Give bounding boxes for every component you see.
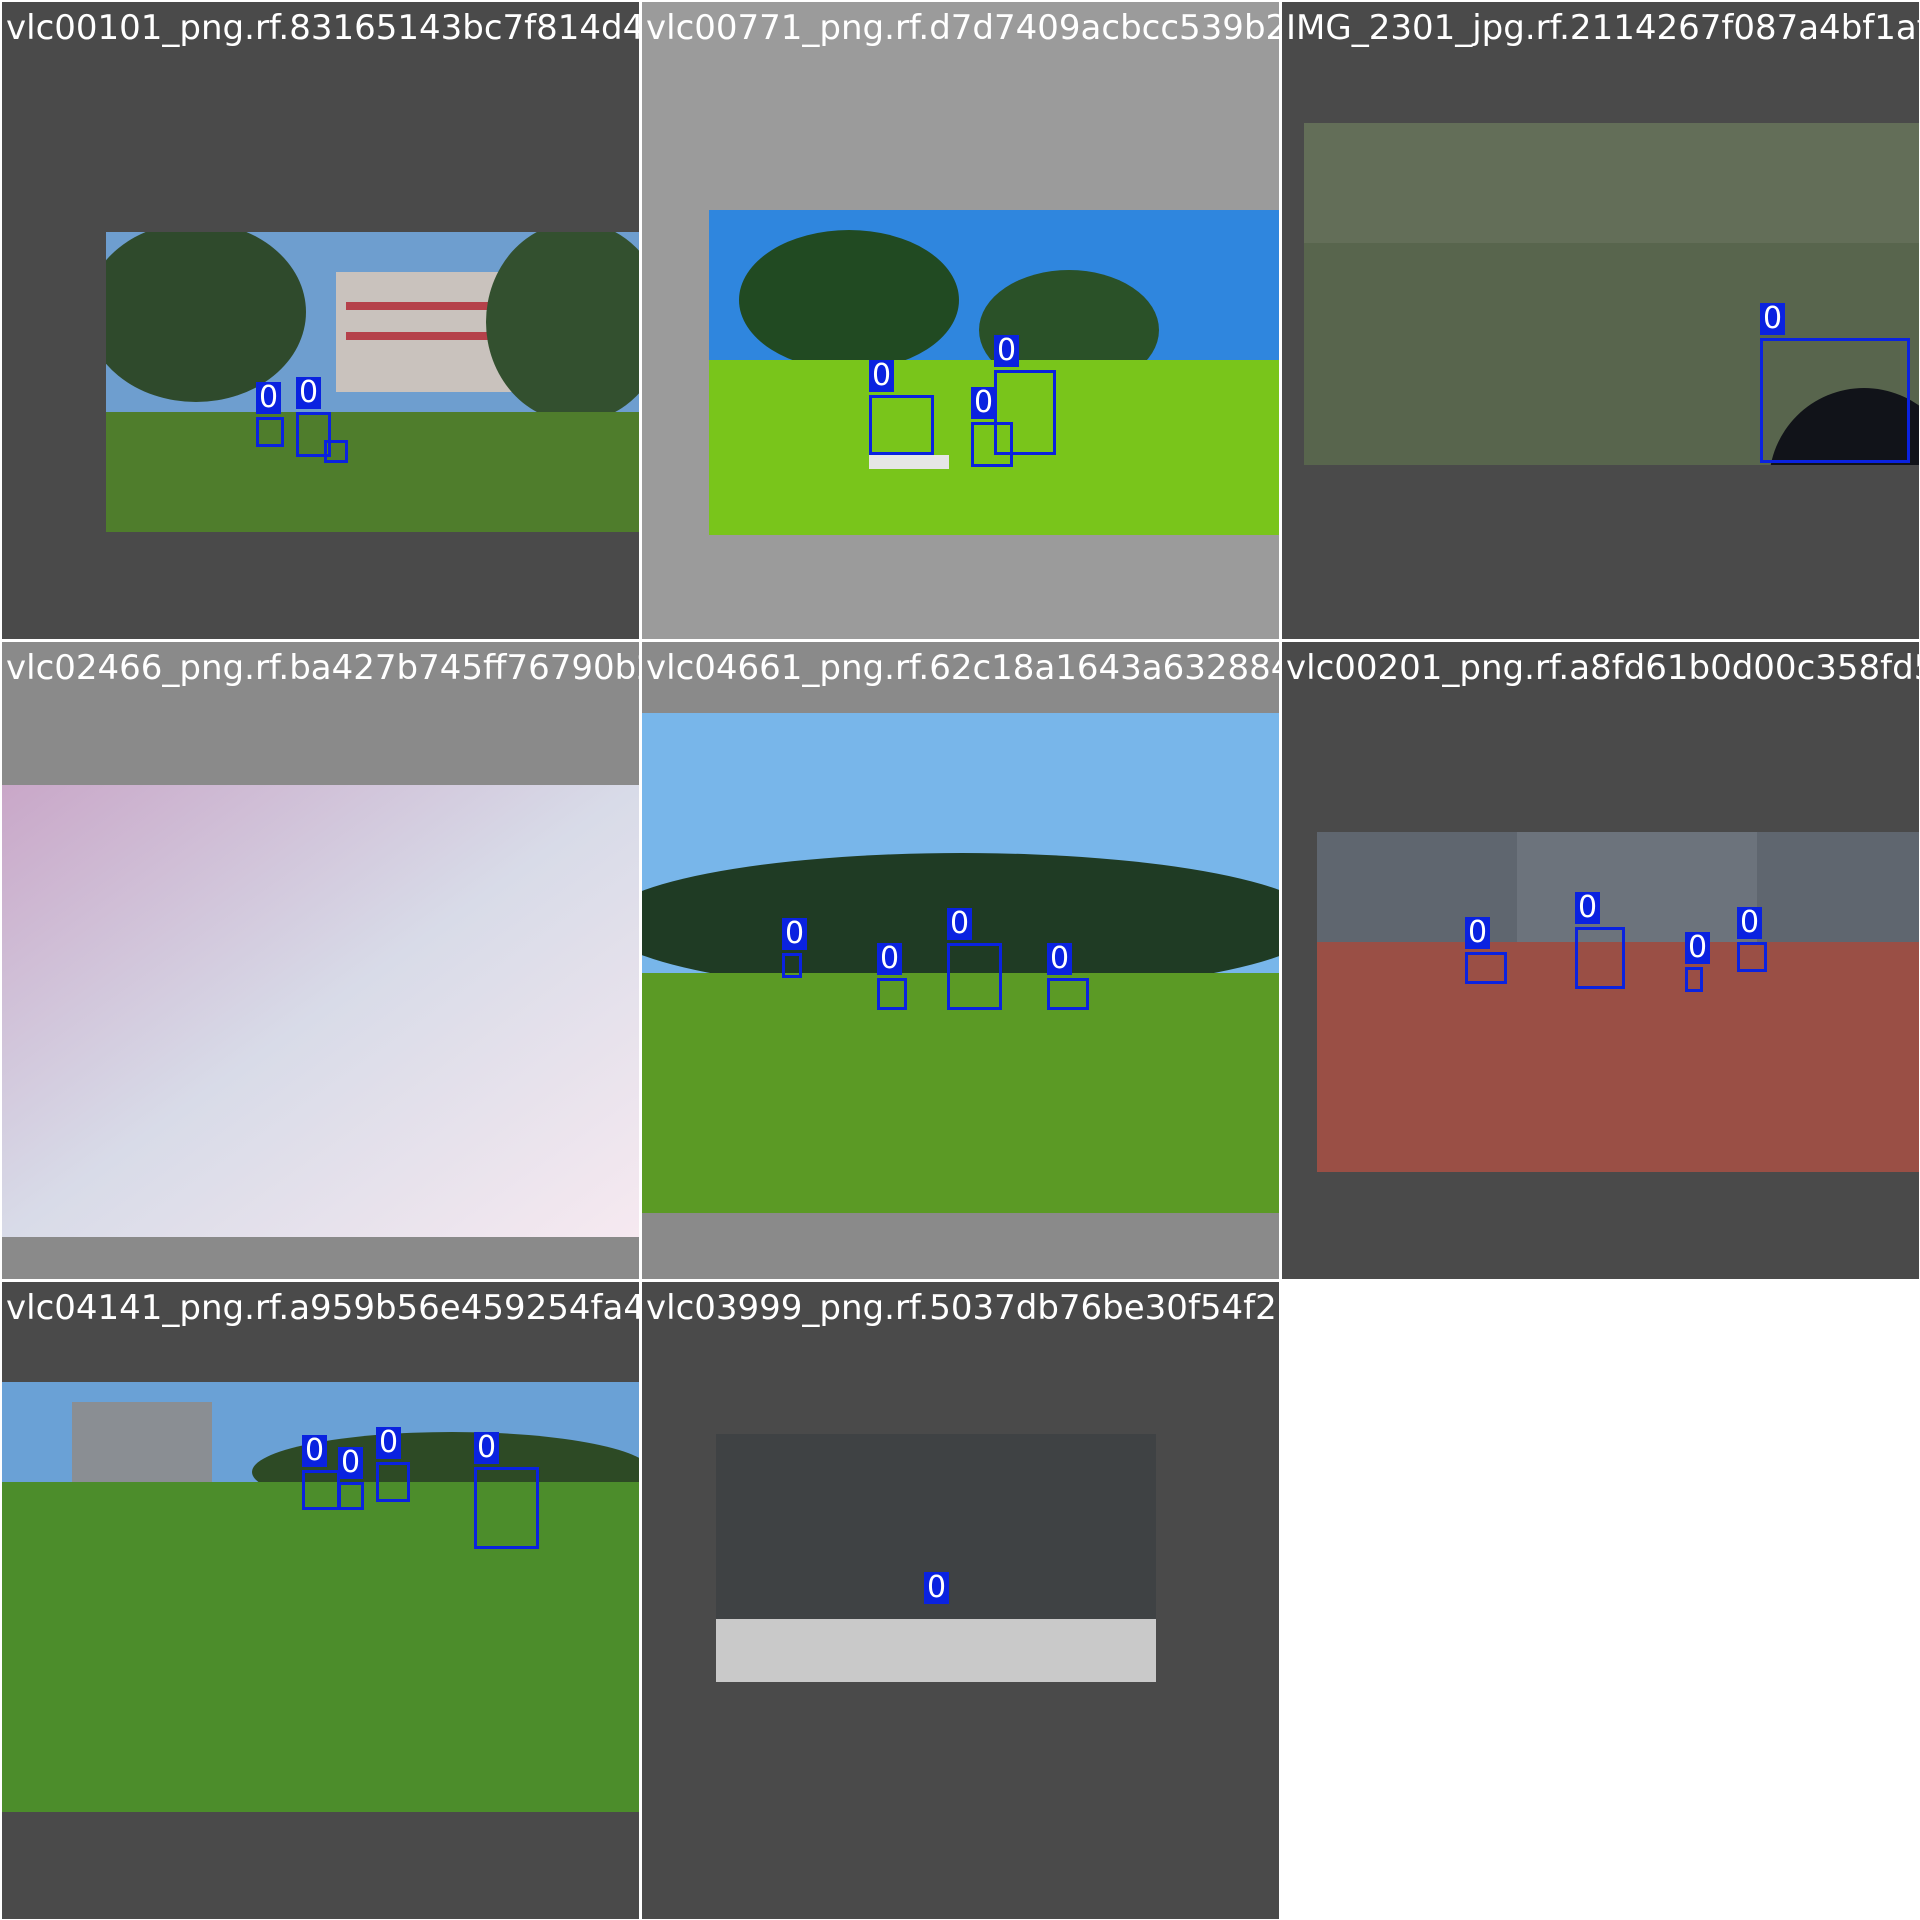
- detection-box: [376, 1462, 410, 1502]
- detection-label: 0: [1685, 932, 1711, 964]
- detection-box: [324, 440, 348, 463]
- detection-box: [1685, 967, 1703, 992]
- brick-courtyard-image: [1317, 832, 1919, 1172]
- tile-7: 0 0 0 0 vlc04141_png.rf.a959b56e459254fa…: [2, 1282, 639, 1919]
- detection-label: 0: [1575, 892, 1601, 924]
- detection-label: 0: [877, 943, 903, 975]
- tile-1-photo: 0 0: [106, 232, 639, 532]
- tile-3: 0 IMG_2301_jpg.rf.2114267f087a4bf1af206a: [1282, 2, 1919, 639]
- tile-8-title: vlc03999_png.rf.5037db76be30f54f27a04fb0…: [646, 1288, 1279, 1328]
- detection-box: [302, 1470, 340, 1510]
- detection-label: 0: [869, 360, 895, 392]
- tile-7-photo: 0 0 0 0: [2, 1382, 639, 1812]
- detection-label: 0: [474, 1432, 500, 1464]
- detection-label: 0: [1737, 907, 1763, 939]
- tile-2-photo: 0 0 0: [709, 210, 1279, 535]
- detection-label: 0: [947, 908, 973, 940]
- detection-label: 0: [1465, 917, 1491, 949]
- detection-label: 0: [971, 387, 997, 419]
- tile-4-title: vlc02466_png.rf.ba427b745ff76790b2bd74e5…: [6, 648, 639, 688]
- tile-5: 0 0 0 0 vlc04661_png.rf.62c18a1643a63288…: [642, 642, 1279, 1279]
- detection-box: [947, 943, 1002, 1010]
- detection-label: 0: [1047, 943, 1073, 975]
- tile-2: 0 0 0 vlc00771_png.rf.d7d7409acbcc539b22…: [642, 2, 1279, 639]
- detection-box: [256, 417, 284, 447]
- tile-5-photo: 0 0 0 0: [642, 713, 1279, 1213]
- detection-label: 0: [338, 1447, 364, 1479]
- tile-1-title: vlc00101_png.rf.83165143bc7f814d4e8fc05f: [6, 8, 639, 48]
- tile-5-title: vlc04661_png.rf.62c18a1643a632884f6a940f: [646, 648, 1279, 688]
- tile-6-photo: 0 0 0 0: [1317, 832, 1919, 1172]
- detection-label: 0: [296, 377, 322, 409]
- detection-box: [1737, 942, 1767, 972]
- mosaic-grid: 0 0 vlc00101_png.rf.83165143bc7f814d4e8f…: [0, 0, 1920, 1920]
- tile-7-title: vlc04141_png.rf.a959b56e459254fa43b39933: [6, 1288, 639, 1328]
- tile-8-photo: 0: [716, 1434, 1156, 1682]
- tile-4: vlc02466_png.rf.ba427b745ff76790b2bd74e5…: [2, 642, 639, 1279]
- detection-box: [782, 953, 802, 978]
- inverted-horizon-image: [716, 1434, 1156, 1682]
- detection-box: [877, 978, 907, 1010]
- tile-8: 0 vlc03999_png.rf.5037db76be30f54f27a04f…: [642, 1282, 1279, 1919]
- detection-label: 0: [924, 1572, 950, 1604]
- detection-label: 0: [256, 382, 282, 414]
- detection-box: [971, 422, 1013, 467]
- empty-cell: [1282, 1282, 1919, 1919]
- detection-label: 0: [1760, 303, 1786, 335]
- tile-3-title: IMG_2301_jpg.rf.2114267f087a4bf1af206a: [1286, 8, 1919, 48]
- detection-box: [1575, 927, 1625, 989]
- detection-box: [1047, 978, 1089, 1010]
- detection-label: 0: [782, 918, 808, 950]
- detection-box: [474, 1467, 539, 1549]
- detection-label: 0: [376, 1427, 402, 1459]
- tile-1: 0 0 vlc00101_png.rf.83165143bc7f814d4e8f…: [2, 2, 639, 639]
- tile-6-title: vlc00201_png.rf.a8fd61b0d00c358fd5: [1286, 648, 1919, 688]
- tile-6: 0 0 0 0 vlc00201_png.rf.a8fd61b0d00c358f…: [1282, 642, 1919, 1279]
- detection-box: [338, 1482, 364, 1510]
- detection-box: [869, 395, 934, 455]
- tile-3-photo: 0: [1304, 123, 1919, 465]
- tile-4-photo: [2, 785, 639, 1237]
- campus-lawn-image: [106, 232, 639, 532]
- detection-box: [1465, 952, 1507, 984]
- detection-label: 0: [994, 335, 1020, 367]
- detection-box: [1760, 338, 1910, 463]
- overexposed-blur-image: [2, 785, 639, 1237]
- detection-label: 0: [302, 1435, 328, 1467]
- tile-2-title: vlc00771_png.rf.d7d7409acbcc539b22332934…: [646, 8, 1279, 48]
